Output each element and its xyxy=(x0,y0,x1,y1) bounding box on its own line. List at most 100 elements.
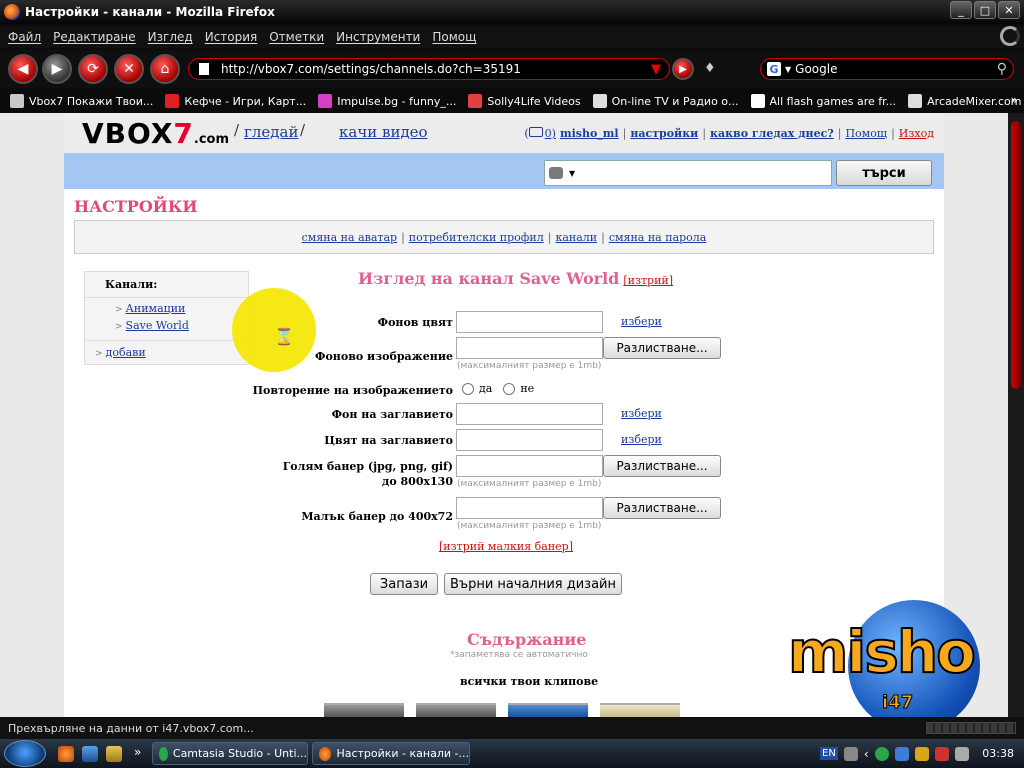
quicklaunch-more-icon[interactable]: » xyxy=(134,745,141,759)
header-bg-choose-link[interactable]: избери xyxy=(621,407,662,420)
bookmark-item[interactable]: On-line TV и Радио о... xyxy=(592,94,739,108)
big-banner-browse-button[interactable]: Разлистване... xyxy=(603,455,721,477)
green-status-icon[interactable] xyxy=(874,746,889,761)
tray-expand-icon[interactable]: ‹ xyxy=(864,747,869,761)
url-bar[interactable]: http://vbox7.com/settings/channels.do?ch… xyxy=(188,58,670,80)
bullet-arrow-icon: > xyxy=(115,322,123,332)
small-banner-browse-button[interactable]: Разлистване... xyxy=(603,497,721,519)
bookmarks-more-icon[interactable]: » xyxy=(1011,93,1018,107)
maximize-button[interactable]: □ xyxy=(974,1,996,19)
engine-dropdown-icon[interactable]: ▼ xyxy=(785,65,791,74)
username-link[interactable]: misho_ml xyxy=(560,127,619,140)
language-indicator[interactable]: EN xyxy=(820,747,838,760)
channel-item[interactable]: > Save World xyxy=(85,319,248,336)
bg-color-input[interactable] xyxy=(456,311,603,333)
channel-item[interactable]: > Анимации xyxy=(85,302,248,319)
add-channel-link[interactable]: > добави xyxy=(85,340,248,368)
bookmark-star-icon[interactable]: ♦ xyxy=(704,61,716,76)
taskbar-item-camtasia[interactable]: Camtasia Studio - Unti... xyxy=(152,742,308,765)
bookmark-item[interactable]: Impulse.bg - funny_... xyxy=(318,94,456,108)
bookmark-item[interactable]: Solly4Life Videos xyxy=(468,94,581,108)
delete-small-banner-link[interactable]: [изтрий малкия банер] xyxy=(439,540,573,553)
header-bg-input[interactable] xyxy=(456,403,603,425)
scrollbar-thumb[interactable] xyxy=(1011,121,1021,389)
tab-profile[interactable]: потребителски профил xyxy=(409,231,544,244)
menu-history[interactable]: История xyxy=(205,30,258,44)
menu-file[interactable]: Файл xyxy=(8,30,41,44)
quicklaunch-icon[interactable] xyxy=(106,746,122,762)
clip-thumbnail[interactable] xyxy=(324,703,404,717)
taskbar-item-firefox[interactable]: Настройки - канали -... xyxy=(312,742,470,765)
header-bg-label: Фон на заглавието xyxy=(331,408,453,421)
url-text: http://vbox7.com/settings/channels.do?ch… xyxy=(221,62,521,76)
clip-thumbnail[interactable] xyxy=(600,703,680,717)
network-icon[interactable] xyxy=(894,746,909,761)
logout-link[interactable]: Изход xyxy=(899,127,934,140)
menu-help[interactable]: Помощ xyxy=(432,30,476,44)
firefox-quicklaunch-icon[interactable] xyxy=(58,746,74,762)
settings-title: НАСТРОЙКИ xyxy=(74,197,198,216)
vbox7-logo[interactable]: VBOX7.com xyxy=(82,117,229,150)
show-desktop-icon[interactable] xyxy=(82,746,98,762)
back-button[interactable]: ◀ xyxy=(8,54,38,84)
bookmark-item[interactable]: Vbox7 Покажи Твои... xyxy=(10,94,153,108)
bg-color-label: Фонов цвят xyxy=(377,316,453,329)
bg-image-browse-button[interactable]: Разлистване... xyxy=(603,337,721,359)
repeat-no-label: не xyxy=(520,382,535,395)
bookmark-item[interactable]: All flash games are fr... xyxy=(750,94,896,108)
messages-link[interactable]: (0) xyxy=(524,127,556,140)
tab-avatar[interactable]: смяна на аватар xyxy=(302,231,397,244)
clip-thumbnail[interactable] xyxy=(416,703,496,717)
menu-edit[interactable]: Редактиране xyxy=(53,30,136,44)
stop-icon: ✕ xyxy=(123,61,135,77)
stop-button[interactable]: ✕ xyxy=(114,54,144,84)
bookmark-favicon-icon xyxy=(468,94,483,108)
bg-image-input[interactable] xyxy=(456,337,603,359)
close-button[interactable]: ✕ xyxy=(998,1,1020,19)
volume-icon[interactable] xyxy=(954,746,969,761)
forward-button[interactable]: ▶ xyxy=(42,54,72,84)
repeat-yes-radio[interactable] xyxy=(462,382,474,395)
help-link[interactable]: Помощ xyxy=(845,127,887,140)
site-search-button[interactable]: търси xyxy=(836,160,932,186)
bg-color-choose-link[interactable]: избери xyxy=(621,315,662,328)
camera-icon[interactable] xyxy=(549,167,563,179)
tab-password[interactable]: смяна на парола xyxy=(609,231,707,244)
start-button[interactable] xyxy=(4,740,46,767)
go-button[interactable]: ▶ xyxy=(672,58,694,80)
delete-channel-link[interactable]: [изтрий] xyxy=(623,274,673,287)
divider: / xyxy=(234,121,240,139)
repeat-no-radio[interactable] xyxy=(503,382,516,395)
history-link[interactable]: какво гледах днес? xyxy=(710,127,834,140)
search-icon[interactable]: ⚲ xyxy=(997,61,1007,77)
clip-thumbnail[interactable] xyxy=(508,703,588,717)
search-type-dropdown-icon[interactable]: ▼ xyxy=(569,169,575,178)
header-color-choose-link[interactable]: избери xyxy=(621,433,662,446)
home-button[interactable]: ⌂ xyxy=(150,54,180,84)
minimize-button[interactable]: _ xyxy=(950,1,972,19)
search-bar[interactable]: G ▼ Google ⚲ xyxy=(760,58,1014,80)
shield-icon[interactable] xyxy=(914,746,929,761)
url-dropdown-icon[interactable]: ▼ xyxy=(651,62,661,77)
settings-link[interactable]: настройки xyxy=(630,127,698,140)
repeat-yes-label: да xyxy=(479,382,493,395)
reload-button[interactable]: ⟳ xyxy=(78,54,108,84)
bullet-arrow-icon: > xyxy=(115,305,123,315)
bookmark-item[interactable]: ArcadeMixer.com - Fl... xyxy=(908,94,1024,108)
big-banner-input[interactable] xyxy=(456,455,603,477)
header-color-input[interactable] xyxy=(456,429,603,451)
menu-tools[interactable]: Инструменти xyxy=(336,30,420,44)
bookmark-item[interactable]: Кефче - Игри, Карт... xyxy=(165,94,306,108)
menu-bookmarks[interactable]: Отметки xyxy=(269,30,324,44)
watch-link[interactable]: гледай xyxy=(244,123,298,141)
page-icon xyxy=(199,63,209,75)
keyboard-icon[interactable] xyxy=(843,746,858,761)
upload-video-link[interactable]: качи видео xyxy=(339,123,428,141)
save-button[interactable]: Запази xyxy=(370,573,438,595)
reset-design-button[interactable]: Върни началния дизайн xyxy=(444,573,622,595)
tab-channels[interactable]: канали xyxy=(555,231,597,244)
menu-view[interactable]: Изглед xyxy=(148,30,193,44)
small-banner-input[interactable] xyxy=(456,497,603,519)
antivirus-icon[interactable] xyxy=(934,746,949,761)
site-search-input[interactable]: ▼ xyxy=(544,160,832,186)
